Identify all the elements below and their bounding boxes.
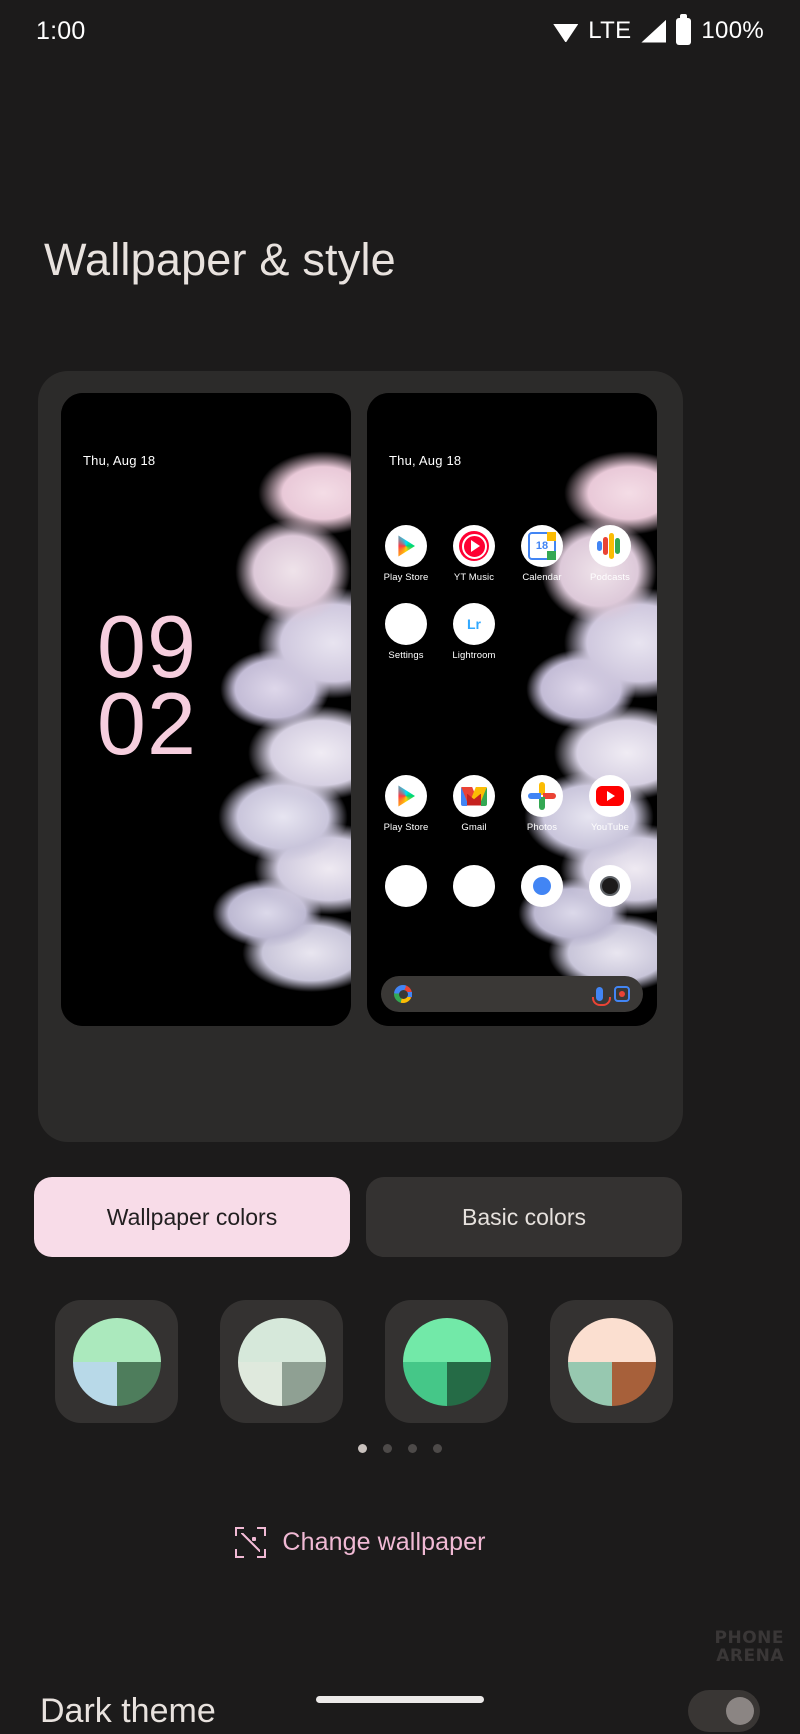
calendar-icon: 18 (521, 525, 563, 567)
color-swatch-option-1[interactable] (55, 1300, 178, 1423)
app-grid: Play Store YT Music 18 Calendar Podcasts… (367, 393, 657, 1026)
gmail-icon (453, 775, 495, 817)
google-podcasts-icon (589, 525, 631, 567)
phone-icon: ☎ (385, 865, 427, 907)
color-swatch-list (55, 1300, 673, 1423)
dark-theme-toggle[interactable] (688, 1690, 760, 1732)
app-lightroom[interactable]: Lr Lightroom (441, 603, 507, 661)
watermark-line-2: ARENA (716, 1645, 784, 1666)
change-wallpaper-button[interactable]: Change wallpaper (38, 1527, 683, 1558)
color-swatch-option-3[interactable] (385, 1300, 508, 1423)
app-label: Calendar (522, 572, 562, 583)
dock-app-phone[interactable]: ☎ Phone (373, 865, 439, 907)
lock-screen-clock: 09 02 (97, 602, 197, 774)
network-type-label: LTE (588, 17, 632, 44)
app-label: Settings (388, 650, 424, 661)
wallpaper-and-style-screen: 1:00 LTE 100% Wallpaper & style Thu, Aug… (0, 0, 800, 1734)
swatch-circle (567, 1317, 656, 1406)
app-label: Photos (526, 822, 558, 833)
chrome-icon (521, 865, 563, 907)
app-youtube[interactable]: YouTube (577, 775, 643, 833)
tab-basic-colors[interactable]: Basic colors (366, 1177, 682, 1257)
status-bar: 1:00 LTE 100% (0, 0, 800, 62)
app-label: Play Store (383, 822, 429, 833)
dock-app-chrome[interactable]: Chrome (509, 865, 575, 907)
youtube-icon (589, 775, 631, 817)
app-photos[interactable]: Photos (509, 775, 575, 833)
pager-dot[interactable] (383, 1444, 392, 1453)
wifi-icon (553, 23, 579, 42)
app-play-store[interactable]: Play Store (373, 525, 439, 583)
status-bar-indicators: LTE 100% (553, 13, 764, 45)
camera-icon (589, 865, 631, 907)
pager-dot[interactable] (408, 1444, 417, 1453)
lock-screen-date: Thu, Aug 18 (83, 453, 156, 468)
dock-app-camera[interactable]: Camera (577, 865, 643, 907)
app-label: Podcasts (590, 572, 630, 583)
change-wallpaper-label: Change wallpaper (282, 1528, 486, 1556)
lock-screen-preview[interactable]: Thu, Aug 18 09 02 (61, 393, 351, 1026)
play-store-icon (385, 525, 427, 567)
google-photos-icon (521, 775, 563, 817)
tab-label: Wallpaper colors (106, 1203, 278, 1230)
pager-dots (0, 1444, 800, 1453)
app-settings[interactable]: Settings (373, 603, 439, 661)
signal-icon (641, 19, 667, 43)
home-screen-preview[interactable]: Thu, Aug 18 Play Store YT Music 18 Calen… (367, 393, 657, 1026)
app-label: Gmail (461, 822, 487, 833)
image-frame-icon (235, 1527, 267, 1558)
swatch-circle (72, 1317, 161, 1406)
clock-minute: 02 (97, 674, 197, 774)
watermark: PHONE ARENA (715, 1629, 784, 1666)
app-label: YT Music (453, 572, 495, 583)
microphone-icon[interactable] (592, 987, 611, 1006)
status-bar-clock: 1:00 (36, 16, 86, 45)
google-g-icon (394, 985, 412, 1003)
color-mode-tabs: Wallpaper colors Basic colors (34, 1177, 766, 1257)
pager-dot[interactable] (433, 1444, 442, 1453)
play-store-icon (385, 775, 427, 817)
app-calendar[interactable]: 18 Calendar (509, 525, 575, 583)
messages-icon (453, 865, 495, 907)
battery-percent-label: 100% (701, 17, 764, 44)
app-yt-music[interactable]: YT Music (441, 525, 507, 583)
app-label: Lightroom (452, 650, 496, 661)
page-title: Wallpaper & style (44, 234, 396, 285)
app-play-store-2[interactable]: Play Store (373, 775, 439, 833)
app-label: Play Store (383, 572, 429, 583)
google-lens-icon[interactable] (614, 986, 630, 1002)
app-gmail[interactable]: Gmail (441, 775, 507, 833)
app-podcasts[interactable]: Podcasts (577, 525, 643, 583)
youtube-music-icon (453, 525, 495, 567)
lightroom-icon: Lr (453, 603, 495, 645)
swatch-circle (237, 1317, 326, 1406)
tab-wallpaper-colors[interactable]: Wallpaper colors (34, 1177, 350, 1257)
color-swatch-option-2[interactable] (220, 1300, 343, 1423)
preview-phones: Thu, Aug 18 09 02 Thu, Aug 18 Play Store (61, 393, 657, 1026)
swatch-circle (402, 1317, 491, 1406)
tab-label: Basic colors (462, 1203, 586, 1230)
pager-dot[interactable] (358, 1444, 367, 1453)
settings-gear-icon (385, 603, 427, 645)
dock-app-messages[interactable]: Messages (441, 865, 507, 907)
color-swatch-option-4[interactable] (550, 1300, 673, 1423)
google-search-bar[interactable] (381, 976, 643, 1012)
dark-theme-label: Dark theme (40, 1691, 216, 1730)
search-bar-actions (592, 986, 630, 1006)
app-label: YouTube (590, 822, 630, 833)
home-indicator[interactable] (316, 1696, 484, 1703)
battery-icon (676, 13, 692, 45)
wallpaper-preview-card: Thu, Aug 18 09 02 Thu, Aug 18 Play Store (38, 371, 683, 1558)
